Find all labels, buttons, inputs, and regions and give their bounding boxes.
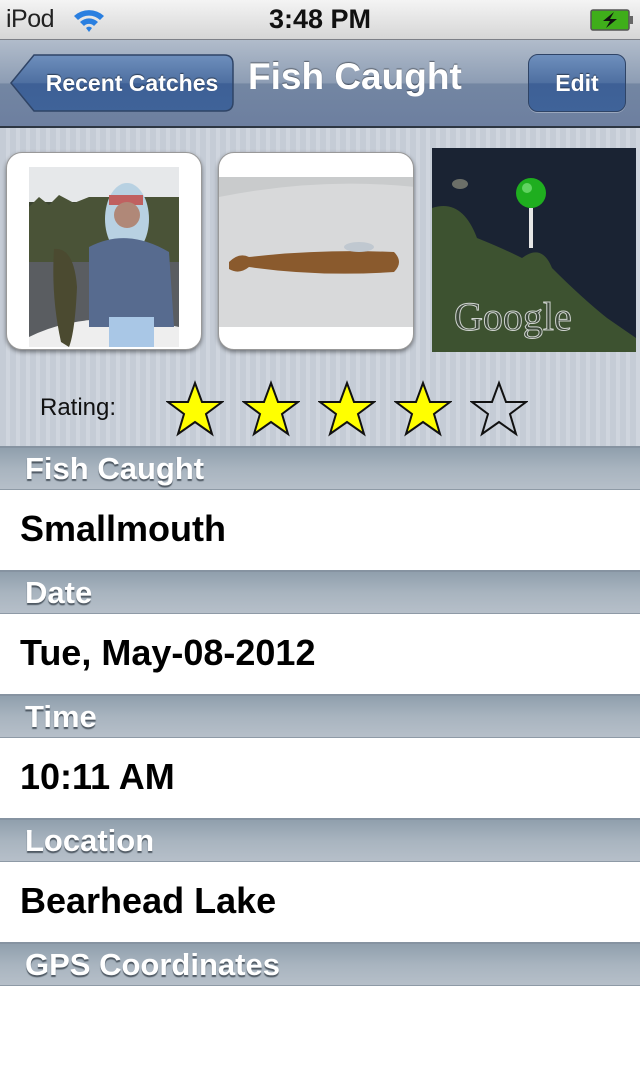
google-watermark: Google: [454, 294, 572, 339]
section-value-row[interactable]: Smallmouth: [0, 490, 640, 570]
section-header-label: Time: [25, 699, 97, 734]
edit-button[interactable]: Edit: [528, 54, 626, 112]
section-value-row[interactable]: 10:11 AM: [0, 738, 640, 818]
section-header: Time: [0, 694, 640, 738]
satellite-map-image: Google: [432, 148, 636, 352]
section-value-row[interactable]: Bearhead Lake: [0, 862, 640, 942]
lure-photo[interactable]: [218, 152, 414, 350]
section-header: Date: [0, 570, 640, 614]
star-filled-icon[interactable]: [242, 380, 300, 438]
section-value-row[interactable]: Tue, May-08-2012: [0, 614, 640, 694]
section-header-label: Location: [25, 823, 155, 858]
section-header: Location: [0, 818, 640, 862]
map-thumbnail[interactable]: Google: [432, 148, 636, 352]
page-title: Fish Caught: [248, 56, 462, 97]
angler-photo-image: [29, 167, 179, 347]
back-button[interactable]: Recent Catches: [10, 54, 234, 112]
section-header: GPS Coordinates: [0, 942, 640, 986]
section-header-label: Date: [25, 575, 93, 610]
clock: 3:48 PM: [268, 4, 372, 34]
map-pin-needle: [529, 208, 533, 248]
section-value: Tue, May-08-2012: [20, 632, 316, 673]
map-pin-icon: [516, 178, 546, 208]
star-filled-icon[interactable]: [394, 380, 452, 438]
catch-photo[interactable]: [6, 152, 202, 350]
navigation-bar: Recent Catches Fish Caught Edit: [0, 40, 640, 128]
lure-photo-image: [219, 177, 413, 327]
battery-charging-icon: [590, 9, 633, 31]
section-header-label: GPS Coordinates: [25, 947, 280, 982]
section-value: Bearhead Lake: [20, 880, 277, 921]
star-filled-icon[interactable]: [318, 380, 376, 438]
rating-label: Rating:: [40, 394, 117, 421]
section-value: 10:11 AM: [20, 756, 175, 797]
star-filled-icon[interactable]: [166, 380, 224, 438]
section-header-label: Fish Caught: [25, 451, 205, 486]
section-header: Fish Caught: [0, 446, 640, 490]
star-empty-icon[interactable]: [470, 380, 528, 438]
section-value: Smallmouth: [20, 508, 227, 549]
section-value-row[interactable]: [0, 986, 640, 1066]
back-button-label: Recent Catches: [45, 70, 219, 96]
status-bar: iPod 3:48 PM: [0, 0, 640, 40]
